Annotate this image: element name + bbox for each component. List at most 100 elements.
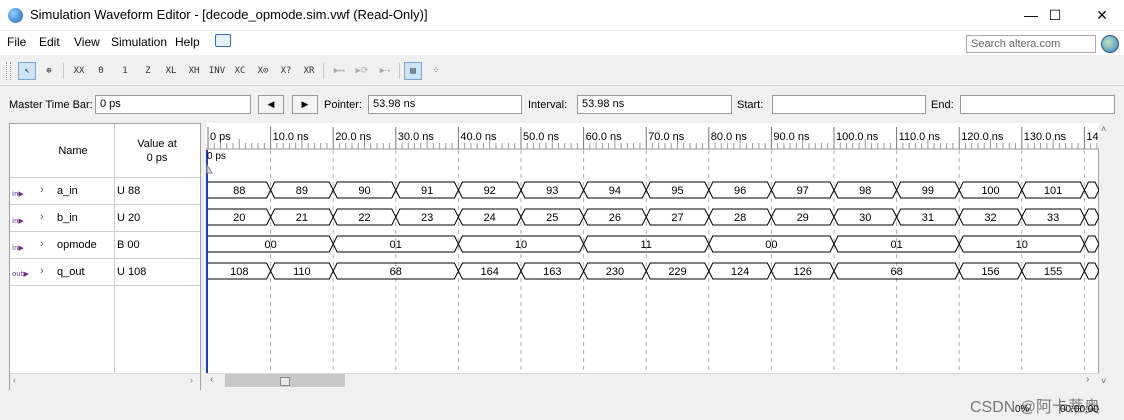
signal-name[interactable]: a_in bbox=[57, 185, 78, 197]
bus-value-label: 90 bbox=[358, 185, 370, 197]
snap-to-grid-icon[interactable]: ▤ bbox=[404, 62, 422, 80]
ruler-tick-label: 120.0 ns bbox=[961, 131, 1004, 143]
bus-value-label: 31 bbox=[922, 212, 934, 224]
scroll-right-icon[interactable]: › bbox=[190, 375, 193, 385]
value-column-header-time: 0 ps bbox=[146, 152, 168, 164]
waveform-canvas[interactable]: 0 ps 10.0 ns 20.0 ns 30.0 ns 40.0 ns 50.0 ns 6… bbox=[206, 123, 1099, 390]
search-input[interactable]: Search altera.com bbox=[966, 35, 1096, 53]
previous-transition-button[interactable]: ◀ bbox=[258, 95, 284, 114]
start-field[interactable] bbox=[772, 95, 926, 114]
bus-value-label: 100 bbox=[981, 185, 999, 197]
vertical-scrollbar[interactable] bbox=[1099, 123, 1114, 390]
run-timing-sim-icon[interactable]: ▶⟳ bbox=[353, 62, 371, 80]
master-time-bar-label: Master Time Bar: bbox=[9, 99, 93, 111]
bus-value-label: 92 bbox=[484, 185, 496, 197]
toolbar-separator bbox=[323, 63, 324, 79]
pointer-field: 53.98 ns bbox=[368, 95, 522, 114]
menu-file[interactable]: File bbox=[7, 35, 26, 49]
generate-netlist-icon[interactable]: ▶⇢ bbox=[376, 62, 394, 80]
ruler-tick-label: 140.0 ns bbox=[1086, 131, 1099, 143]
bus-value-label: 164 bbox=[481, 266, 499, 278]
run-functional-sim-icon[interactable]: ▶⟷ bbox=[330, 62, 348, 80]
row-divider bbox=[10, 177, 200, 178]
time-bar-label: 0 ps bbox=[207, 151, 226, 162]
weak-high-icon[interactable]: XH bbox=[185, 62, 203, 80]
ruler-tick-label: 20.0 ns bbox=[335, 131, 372, 143]
forcing-high-icon[interactable]: 1 bbox=[116, 62, 134, 80]
name-column-header[interactable]: Name bbox=[33, 145, 113, 157]
scroll-down-icon[interactable]: ˅ bbox=[1101, 376, 1106, 386]
bus-value-label: 94 bbox=[609, 185, 621, 197]
bus-value-label: 68 bbox=[890, 266, 902, 278]
input-pin-icon: in▶ bbox=[12, 244, 24, 252]
expand-chevron-icon[interactable]: › bbox=[40, 265, 44, 277]
menu-help[interactable]: Help bbox=[175, 35, 200, 49]
next-transition-button[interactable]: ▶ bbox=[292, 95, 318, 114]
start-label: Start: bbox=[737, 99, 764, 111]
bus-value-label: 96 bbox=[734, 185, 746, 197]
bus-segment bbox=[1083, 262, 1099, 280]
column-divider bbox=[114, 124, 115, 374]
bus-value-label: 156 bbox=[981, 266, 999, 278]
bus-value-label: 21 bbox=[296, 212, 308, 224]
row-divider bbox=[10, 258, 200, 259]
bus-value-label: 229 bbox=[668, 266, 686, 278]
close-button[interactable]: ✕ bbox=[1079, 0, 1124, 30]
ruler-tick-label: 70.0 ns bbox=[648, 131, 685, 143]
arbitrary-value-icon[interactable]: XR bbox=[300, 62, 318, 80]
count-value-icon[interactable]: XC bbox=[231, 62, 249, 80]
time-ruler: 0 ps 10.0 ns 20.0 ns 30.0 ns 40.0 ns 50.0 ns 6… bbox=[206, 123, 1099, 150]
ruler-tick-label: 130.0 ns bbox=[1024, 131, 1067, 143]
maximize-button[interactable]: ☐ bbox=[1032, 0, 1078, 30]
forcing-low-icon[interactable]: 0 bbox=[92, 62, 110, 80]
menu-view[interactable]: View bbox=[74, 35, 100, 49]
bus-value-label: 20 bbox=[233, 212, 245, 224]
name-panel-scrollbar[interactable] bbox=[10, 373, 200, 390]
bus-value-label: 30 bbox=[859, 212, 871, 224]
random-values-icon[interactable]: X? bbox=[277, 62, 295, 80]
signal-value: B 00 bbox=[117, 239, 140, 251]
invert-icon[interactable]: INV bbox=[208, 62, 226, 80]
master-time-bar-field[interactable]: 0 ps bbox=[95, 95, 251, 114]
bus-value-label: 11 bbox=[640, 239, 651, 251]
bus-value-label: 89 bbox=[296, 185, 308, 197]
bus-value-label: 110 bbox=[293, 266, 311, 278]
end-field[interactable] bbox=[960, 95, 1115, 114]
scroll-up-icon[interactable]: ˄ bbox=[1101, 124, 1106, 134]
weak-unknown-icon[interactable]: XL bbox=[162, 62, 180, 80]
expand-chevron-icon[interactable]: › bbox=[40, 238, 44, 250]
scroll-left-icon[interactable]: ‹ bbox=[13, 375, 16, 385]
signal-name[interactable]: q_out bbox=[57, 266, 85, 278]
bus-value-label: 26 bbox=[609, 212, 621, 224]
row-divider bbox=[10, 285, 200, 286]
feedback-icon[interactable] bbox=[215, 34, 231, 47]
row-divider bbox=[10, 231, 200, 232]
bus-value-label: 99 bbox=[922, 185, 934, 197]
high-impedance-icon[interactable]: Z bbox=[139, 62, 157, 80]
pointer-label: Pointer: bbox=[324, 99, 362, 111]
pointer-tool-icon[interactable]: ↖ bbox=[18, 62, 36, 80]
end-label: End: bbox=[931, 99, 954, 111]
scroll-left-icon[interactable]: ‹ bbox=[210, 374, 213, 385]
overwrite-clock-icon[interactable]: X⊙ bbox=[254, 62, 272, 80]
expand-chevron-icon[interactable]: › bbox=[40, 184, 44, 196]
input-pin-icon: in▶ bbox=[12, 217, 24, 225]
toolbar-grip bbox=[6, 62, 11, 80]
globe-icon[interactable] bbox=[1101, 35, 1119, 53]
value-column-header[interactable]: Value at bbox=[117, 138, 197, 150]
expand-chevron-icon[interactable]: › bbox=[40, 211, 44, 223]
zoom-tool-icon[interactable]: ⊕ bbox=[40, 62, 58, 80]
interval-label: Interval: bbox=[528, 99, 568, 111]
scroll-right-icon[interactable]: › bbox=[1086, 374, 1089, 385]
menu-simulation[interactable]: Simulation bbox=[111, 35, 167, 49]
signal-name[interactable]: b_in bbox=[57, 212, 78, 224]
signal-value: U 108 bbox=[117, 266, 147, 278]
insert-time-bar-icon[interactable]: ⁘ bbox=[427, 62, 445, 80]
bus-value-label: 27 bbox=[671, 212, 683, 224]
bus-value-label: 29 bbox=[797, 212, 809, 224]
menu-edit[interactable]: Edit bbox=[39, 35, 60, 49]
signal-name[interactable]: opmode bbox=[57, 239, 97, 251]
forcing-unknown-icon[interactable]: XX bbox=[70, 62, 88, 80]
bus-value-label: 00 bbox=[765, 239, 777, 251]
status-bar bbox=[0, 395, 1124, 420]
